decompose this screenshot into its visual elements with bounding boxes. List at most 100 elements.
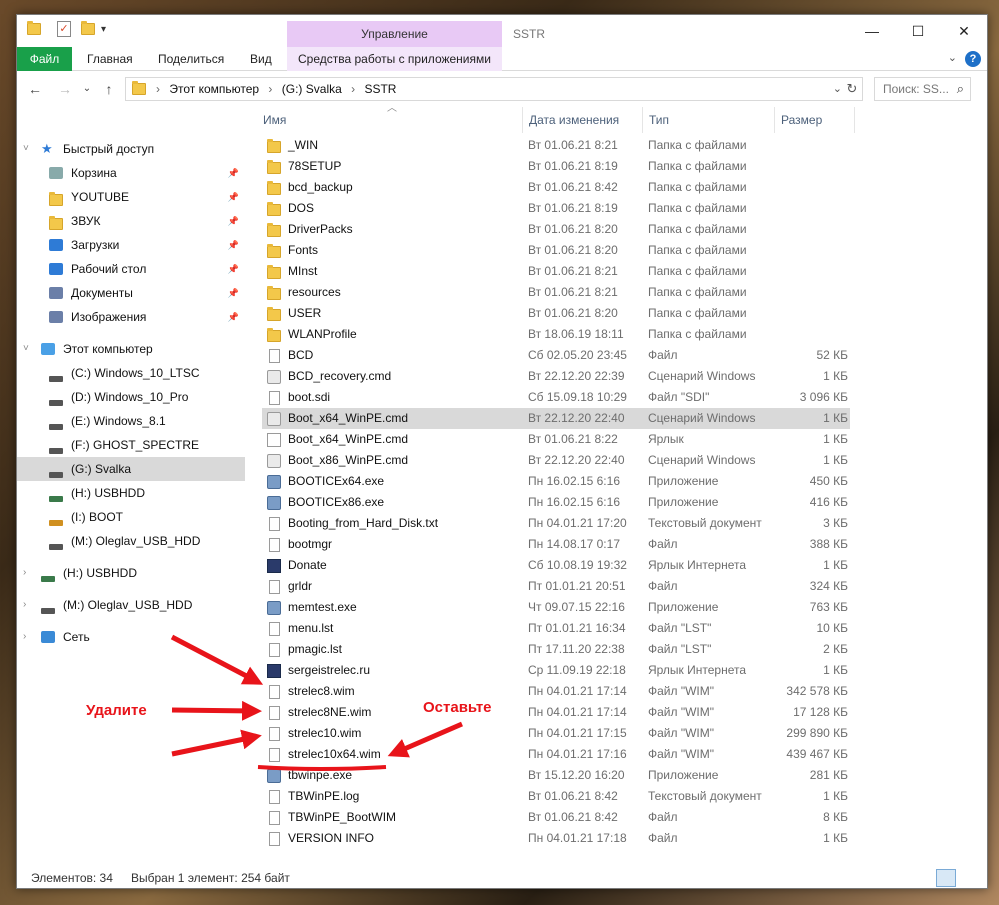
file-row[interactable]: BOOTICEx64.exe Пн 16.02.15 6:16 Приложение… <box>262 471 850 492</box>
file-size: 3 096 КБ <box>799 390 848 404</box>
tab-file[interactable]: Файл <box>17 47 72 71</box>
nav-item-19[interactable]: › Сеть <box>17 625 245 649</box>
column-header-name[interactable]: Имя <box>257 107 523 133</box>
nav-item-1[interactable]: Корзина 📌 <box>17 161 245 185</box>
file-row[interactable]: resources Вт 01.06.21 8:21 Папка с файлами <box>262 282 850 303</box>
nav-item-2[interactable]: YOUTUBE 📌 <box>17 185 245 209</box>
file-row[interactable]: strelec10x64.wim Пн 04.01.21 17:16 Файл "W… <box>262 744 850 765</box>
file-name: BOOTICEx86.exe <box>288 495 385 509</box>
file-row[interactable]: WLANProfile Вт 18.06.19 18:11 Папка с файл… <box>262 324 850 345</box>
ribbon-collapse-icon[interactable]: ⌄ <box>948 51 957 64</box>
file-row[interactable]: Fonts Вт 01.06.21 8:20 Папка с файлами <box>262 240 850 261</box>
address-bar[interactable]: › Этот компьютер › (G:) Svalka › SSTR ⌄ … <box>125 77 863 101</box>
nav-item-15[interactable]: (I:) BOOT <box>17 505 245 529</box>
forward-button[interactable]: → <box>55 79 75 99</box>
file-name: strelec8NE.wim <box>288 705 372 719</box>
nav-item-14[interactable]: (H:) USBHDD <box>17 481 245 505</box>
nav-item-4[interactable]: Загрузки 📌 <box>17 233 245 257</box>
breadcrumb-sstr[interactable]: SSTR <box>364 82 396 96</box>
address-dropdown-icon[interactable]: ⌄ <box>833 82 842 95</box>
breadcrumb-this-pc[interactable]: Этот компьютер <box>169 82 259 96</box>
tab-view[interactable]: Вид <box>250 47 272 71</box>
recent-locations-button[interactable]: ⌄ <box>77 79 97 99</box>
close-button[interactable]: ✕ <box>941 15 987 47</box>
up-button[interactable]: ↑ <box>99 79 119 99</box>
minimize-button[interactable]: — <box>849 15 895 47</box>
tab-share[interactable]: Поделиться <box>158 47 224 71</box>
file-row[interactable]: strelec8.wim Пн 04.01.21 17:14 Файл "WIM" 3… <box>262 681 850 702</box>
file-row[interactable]: bootmgr Пн 14.08.17 0:17 Файл 388 КБ <box>262 534 850 555</box>
nav-item-17[interactable]: › (H:) USBHDD <box>17 561 245 585</box>
file-row[interactable]: bcd_backup Вт 01.06.21 8:42 Папка с файлам… <box>262 177 850 198</box>
nav-item-12[interactable]: (F:) GHOST_SPECTRE <box>17 433 245 457</box>
chevron-right-icon[interactable]: › <box>23 593 35 617</box>
help-icon[interactable]: ? <box>965 51 981 67</box>
file-row[interactable]: grldr Пт 01.01.21 20:51 Файл 324 КБ <box>262 576 850 597</box>
file-type: Файл <box>648 537 678 551</box>
file-icon <box>269 727 280 741</box>
tab-home[interactable]: Главная <box>87 47 133 71</box>
nav-item-16[interactable]: (M:) Oleglav_USB_HDD <box>17 529 245 553</box>
internet-shortcut-icon <box>267 559 281 573</box>
chevron-down-icon[interactable]: ˅ <box>23 137 35 161</box>
file-row[interactable]: strelec10.wim Пн 04.01.21 17:15 Файл "WIM"… <box>262 723 850 744</box>
file-row[interactable]: _WIN Вт 01.06.21 8:21 Папка с файлами <box>262 135 850 156</box>
file-row[interactable]: BCD Сб 02.05.20 23:45 Файл 52 КБ <box>262 345 850 366</box>
nav-item-10[interactable]: (D:) Windows_10_Pro <box>17 385 245 409</box>
nav-item-7[interactable]: Изображения 📌 <box>17 305 245 329</box>
file-row[interactable]: DriverPacks Вт 01.06.21 8:20 Папка с файла… <box>262 219 850 240</box>
search-input[interactable]: Поиск: SS... ⌕ <box>874 77 971 101</box>
maximize-button[interactable]: ☐ <box>895 15 941 47</box>
file-row[interactable]: TBWinPE.log Вт 01.06.21 8:42 Текстовый док… <box>262 786 850 807</box>
nav-item-6[interactable]: Документы 📌 <box>17 281 245 305</box>
file-row[interactable]: memtest.exe Чт 09.07.15 22:16 Приложение 76… <box>262 597 850 618</box>
file-row[interactable]: Boot_x64_WinPE.cmd Вт 01.06.21 8:22 Ярлык 1… <box>262 429 850 450</box>
column-header-type[interactable]: Тип <box>643 107 775 133</box>
file-row[interactable]: BOOTICEx86.exe Пн 16.02.15 6:16 Приложение… <box>262 492 850 513</box>
nav-item-9[interactable]: (C:) Windows_10_LTSC <box>17 361 245 385</box>
file-row[interactable]: strelec8NE.wim Пн 04.01.21 17:14 Файл "WIM… <box>262 702 850 723</box>
column-header-size[interactable]: Размер <box>775 107 855 133</box>
annotation-keep-label: Оставьте <box>423 699 492 716</box>
column-header-date[interactable]: Дата изменения <box>523 107 643 133</box>
tab-app-tools[interactable]: Средства работы с приложениями <box>287 47 502 71</box>
file-row[interactable]: sergeistrelec.ru Ср 11.09.19 22:18 Ярлык И… <box>262 660 850 681</box>
file-row[interactable]: VERSION INFO Пн 04.01.21 17:18 Файл 1 КБ <box>262 828 850 849</box>
file-row[interactable]: Booting_from_Hard_Disk.txt Пн 04.01.21 17… <box>262 513 850 534</box>
nav-item-8[interactable]: ˅ Этот компьютер <box>17 337 245 361</box>
breadcrumb-drive-g[interactable]: (G:) Svalka <box>282 82 342 96</box>
file-row[interactable]: Boot_x86_WinPE.cmd Вт 22.12.20 22:40 Сцена… <box>262 450 850 471</box>
large-icons-view-icon[interactable] <box>960 869 980 887</box>
file-row[interactable]: Boot_x64_WinPE.cmd Вт 22.12.20 22:40 Сцена… <box>262 408 850 429</box>
file-type: Папка с файлами <box>648 138 747 152</box>
nav-item-5[interactable]: Рабочий стол 📌 <box>17 257 245 281</box>
folder-icon <box>27 21 41 41</box>
file-row[interactable]: DOS Вт 01.06.21 8:19 Папка с файлами <box>262 198 850 219</box>
nav-item-3[interactable]: ЗВУК 📌 <box>17 209 245 233</box>
file-row[interactable]: TBWinPE_BootWIM Вт 01.06.21 8:42 Файл 8 КБ <box>262 807 850 828</box>
chevron-right-icon[interactable]: › <box>23 561 35 585</box>
file-name: BOOTICEx64.exe <box>288 474 385 488</box>
properties-icon[interactable]: ✓ <box>57 21 71 37</box>
back-button[interactable]: ← <box>25 79 45 99</box>
file-row[interactable]: MInst Вт 01.06.21 8:21 Папка с файлами <box>262 261 850 282</box>
chevron-right-icon[interactable]: › <box>23 625 35 649</box>
details-view-icon[interactable] <box>936 869 956 887</box>
file-row[interactable]: boot.sdi Сб 15.09.18 10:29 Файл "SDI" 3 096… <box>262 387 850 408</box>
customize-toolbar-icon[interactable]: ▾ <box>101 24 106 42</box>
refresh-button[interactable]: ↻ <box>845 81 859 97</box>
nav-item-18[interactable]: › (M:) Oleglav_USB_HDD <box>17 593 245 617</box>
file-row[interactable]: menu.lst Пт 01.01.21 16:34 Файл "LST" 10 КБ <box>262 618 850 639</box>
manage-context-tab[interactable]: Управление <box>287 21 502 47</box>
new-folder-icon[interactable] <box>81 21 95 41</box>
file-row[interactable]: pmagic.lst Пт 17.11.20 22:38 Файл "LST" 2 К… <box>262 639 850 660</box>
file-row[interactable]: USER Вт 01.06.21 8:20 Папка с файлами <box>262 303 850 324</box>
file-row[interactable]: 78SETUP Вт 01.06.21 8:19 Папка с файлами <box>262 156 850 177</box>
nav-item-0[interactable]: ˅ ★ Быстрый доступ <box>17 137 245 161</box>
nav-item-11[interactable]: (E:) Windows_8.1 <box>17 409 245 433</box>
file-row[interactable]: BCD_recovery.cmd Вт 22.12.20 22:39 Сценари… <box>262 366 850 387</box>
chevron-down-icon[interactable]: ˅ <box>23 337 35 361</box>
file-row[interactable]: tbwinpe.exe Вт 15.12.20 16:20 Приложение 28… <box>262 765 850 786</box>
nav-item-13[interactable]: (G:) Svalka <box>17 457 245 481</box>
file-row[interactable]: Donate Сб 10.08.19 19:32 Ярлык Интернета 1 … <box>262 555 850 576</box>
